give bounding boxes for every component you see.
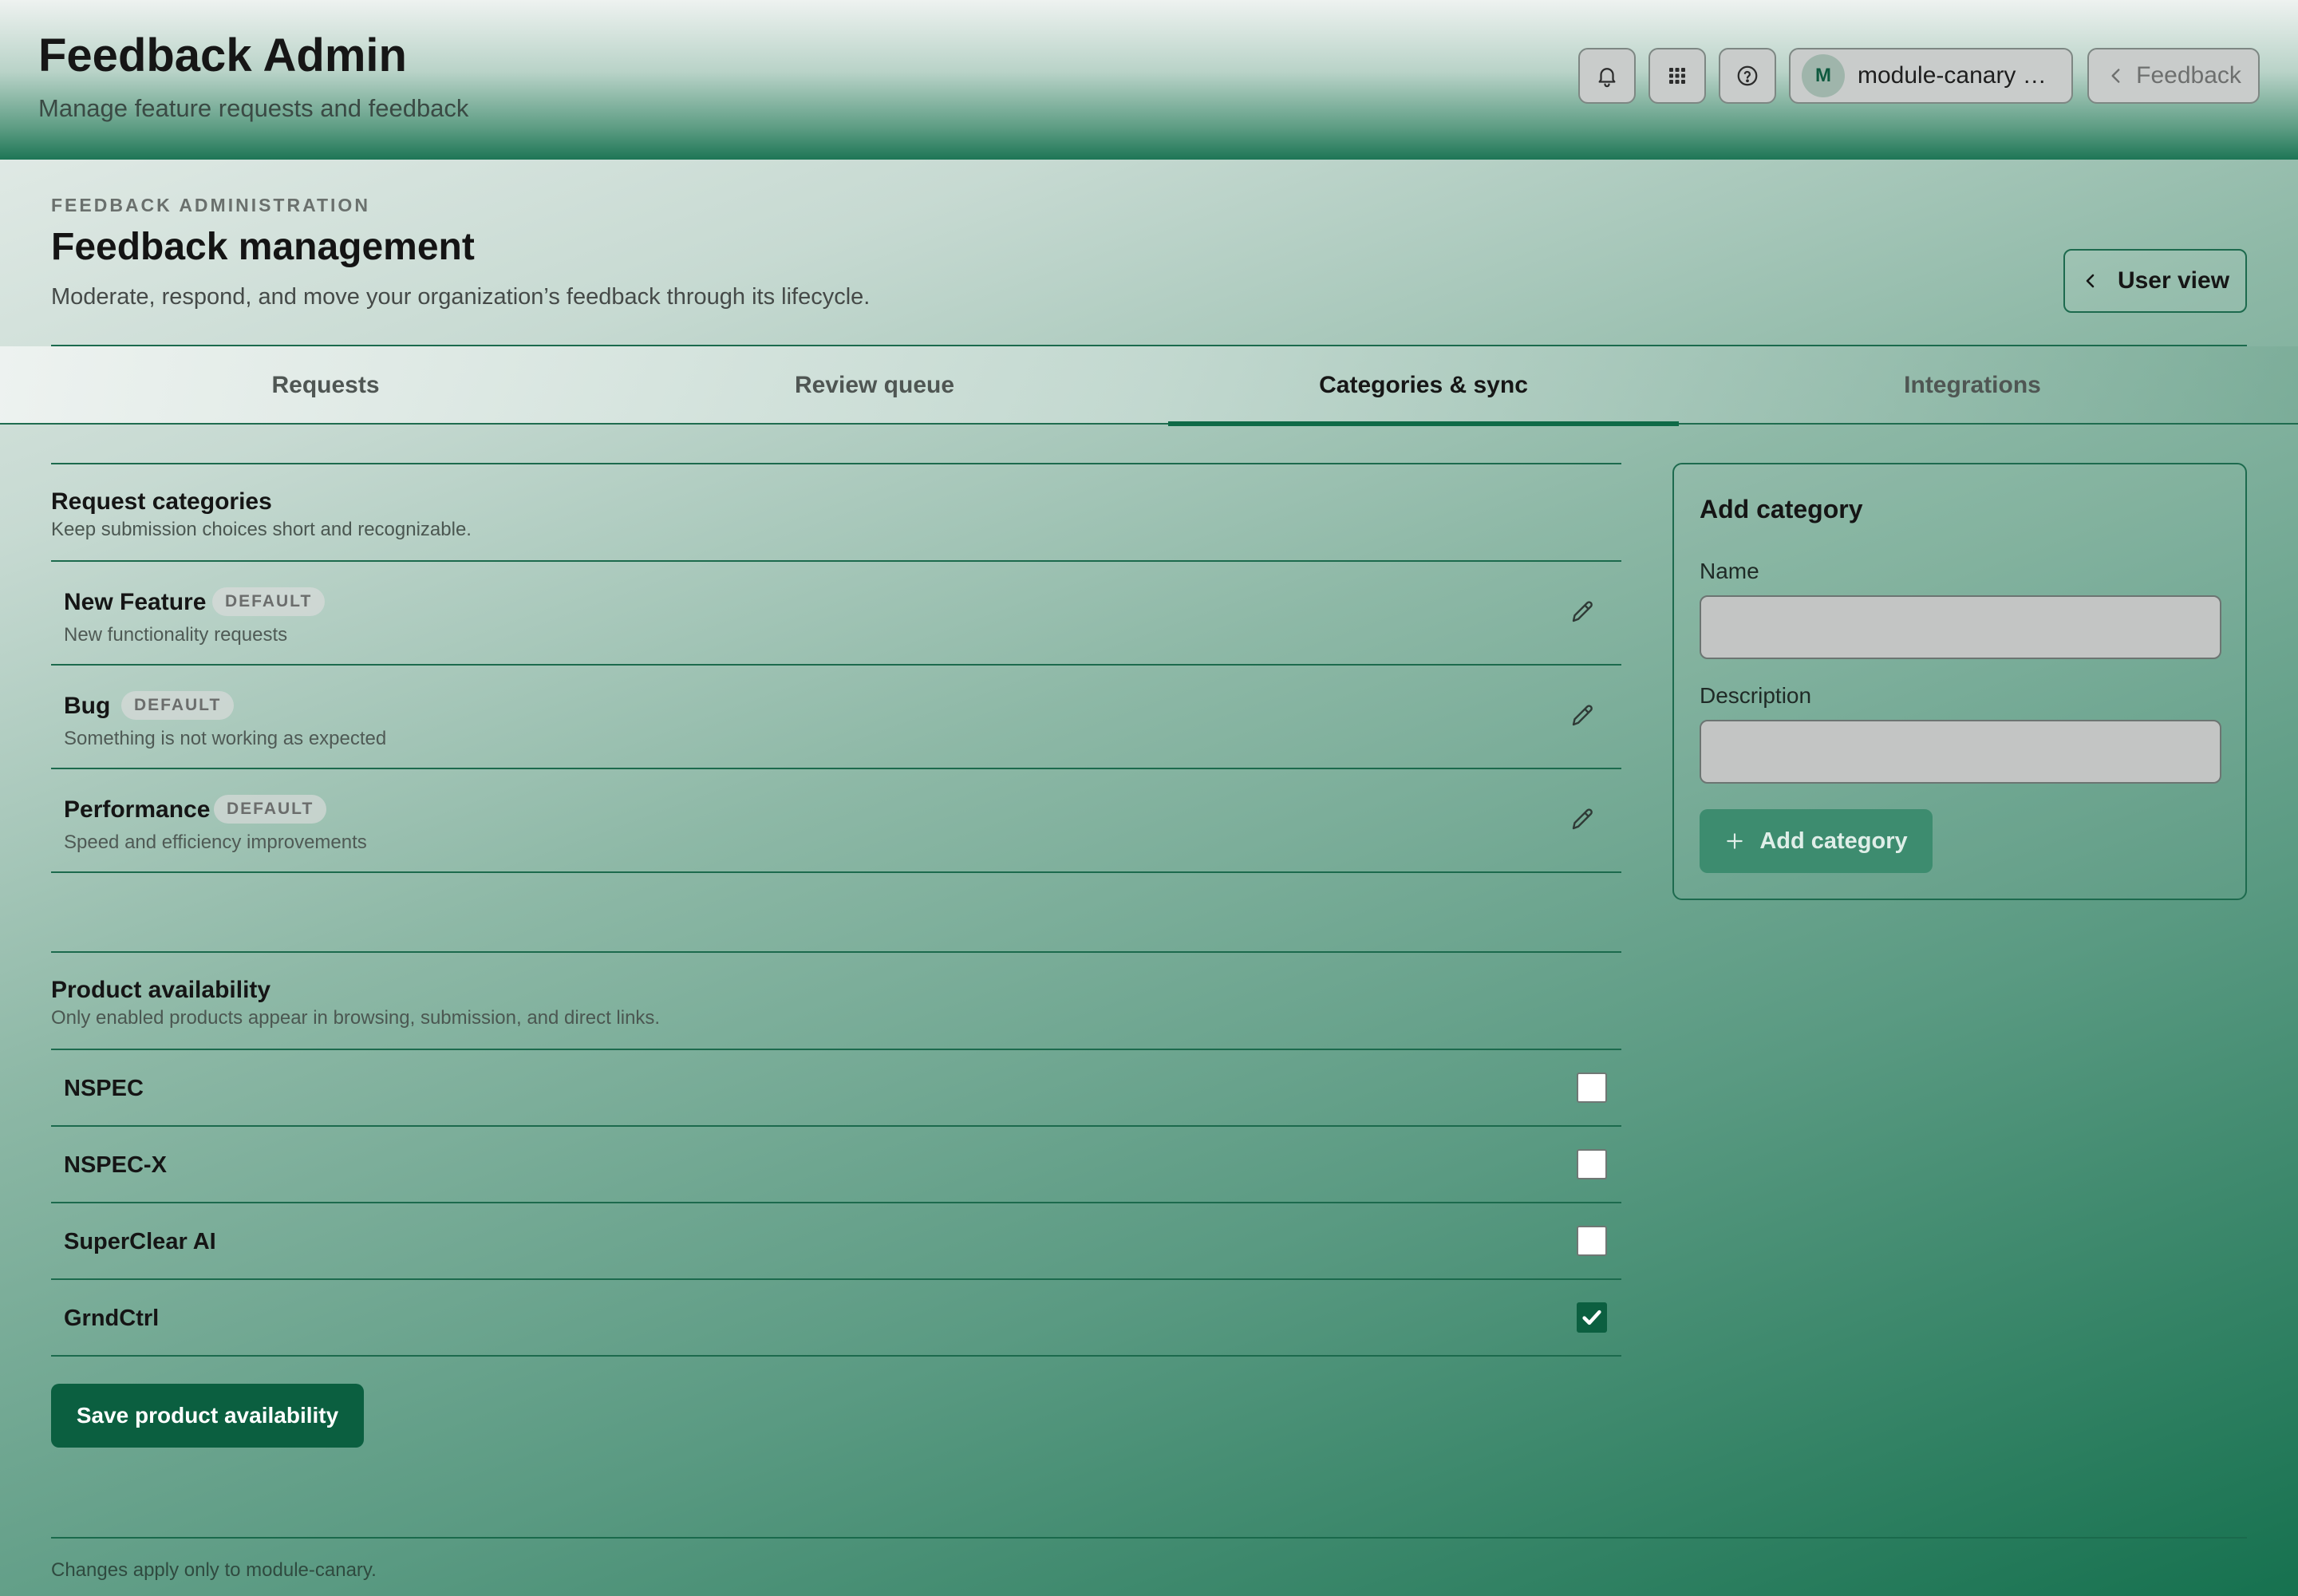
apps-button[interactable] [1648, 48, 1706, 104]
divider [51, 871, 1621, 873]
add-category-button[interactable]: Add category [1700, 809, 1933, 873]
category-row: New Feature DEFAULT New functionality re… [51, 562, 1621, 664]
panel-title: Add category [1700, 495, 1863, 523]
product-name: NSPEC-X [64, 1152, 167, 1178]
user-view-button[interactable]: User view [2063, 249, 2247, 313]
tab-integrations[interactable]: Integrations [1679, 346, 2266, 425]
add-category-label: Add category [1759, 828, 1908, 854]
checkmark-icon [1582, 1310, 1601, 1325]
category-name: New Feature [64, 589, 207, 615]
category-description: Something is not working as expected [64, 728, 387, 749]
categories-subtitle: Keep submission choices short and recogn… [51, 519, 472, 540]
back-to-feedback-button[interactable]: Feedback [2087, 48, 2260, 104]
chevron-left-icon [2111, 69, 2120, 83]
category-description: Speed and efficiency improvements [64, 832, 367, 853]
category-name-input[interactable] [1700, 595, 2221, 659]
category-row: Bug DEFAULT Something is not working as … [51, 666, 1621, 768]
divider [51, 463, 1621, 464]
app-subtitle: Manage feature requests and feedback [38, 94, 469, 122]
page-description: Moderate, respond, and move your organiz… [51, 284, 871, 310]
tab-categories-sync[interactable]: Categories & sync [1168, 346, 1679, 426]
product-enabled-checkbox[interactable] [1577, 1302, 1607, 1333]
grid-icon [1669, 68, 1685, 84]
product-enabled-checkbox[interactable] [1577, 1226, 1607, 1256]
product-enabled-checkbox[interactable] [1577, 1073, 1607, 1103]
pencil-icon[interactable] [1569, 804, 1597, 833]
tab-bar: Requests Review queue Categories & sync … [0, 346, 2298, 426]
divider [51, 1355, 1621, 1357]
category-row: Performance DEFAULT Speed and efficiency… [51, 769, 1621, 871]
save-product-availability-button[interactable]: Save product availability [51, 1384, 364, 1448]
categories-title: Request categories [51, 488, 272, 515]
pencil-icon[interactable] [1569, 597, 1597, 626]
help-icon [1737, 65, 1758, 86]
pencil-icon[interactable] [1569, 701, 1597, 729]
app-title: Feedback Admin [38, 30, 407, 81]
product-row: GrndCtrl [51, 1280, 1621, 1355]
product-row: SuperClear AI [51, 1203, 1621, 1278]
product-name: SuperClear AI [64, 1229, 216, 1254]
category-description: New functionality requests [64, 624, 288, 646]
page-eyebrow: FEEDBACK ADMINISTRATION [51, 195, 370, 215]
product-name: GrndCtrl [64, 1306, 160, 1331]
category-name: Bug [64, 693, 111, 719]
account-switcher[interactable]: M module-canary S... [1789, 48, 2073, 104]
category-description-input[interactable] [1700, 720, 2221, 784]
product-enabled-checkbox[interactable] [1577, 1149, 1607, 1179]
product-row: NSPEC-X [51, 1127, 1621, 1202]
account-name: module-canary S... [1858, 62, 2057, 89]
tab-requests[interactable]: Requests [51, 346, 600, 425]
divider [51, 951, 1621, 953]
default-badge: DEFAULT [214, 795, 327, 824]
product-row: NSPEC [51, 1050, 1621, 1125]
products-subtitle: Only enabled products appear in browsing… [51, 1007, 661, 1029]
user-view-label: User view [2117, 267, 2230, 294]
name-label: Name [1700, 559, 1759, 583]
add-category-panel: Add category Name Description Add catego… [1672, 463, 2247, 900]
products-title: Product availability [51, 977, 271, 1003]
description-label: Description [1700, 683, 1812, 708]
page-title: Feedback management [51, 226, 475, 268]
default-badge: DEFAULT [212, 587, 326, 616]
help-button[interactable] [1719, 48, 1776, 104]
chevron-left-icon [2086, 274, 2095, 288]
bell-icon [1598, 68, 1616, 88]
product-name: NSPEC [64, 1076, 144, 1101]
feedback-label: Feedback [2136, 62, 2241, 89]
tab-review-queue[interactable]: Review queue [600, 346, 1149, 425]
notifications-button[interactable] [1578, 48, 1636, 104]
app-header: Feedback Admin Manage feature requests a… [0, 0, 2298, 160]
plus-icon [1727, 833, 1743, 849]
avatar: M [1802, 54, 1845, 97]
category-name: Performance [64, 796, 211, 823]
default-badge: DEFAULT [121, 691, 235, 720]
footer-note: Changes apply only to module-canary. [51, 1559, 377, 1581]
divider [51, 1537, 2247, 1539]
